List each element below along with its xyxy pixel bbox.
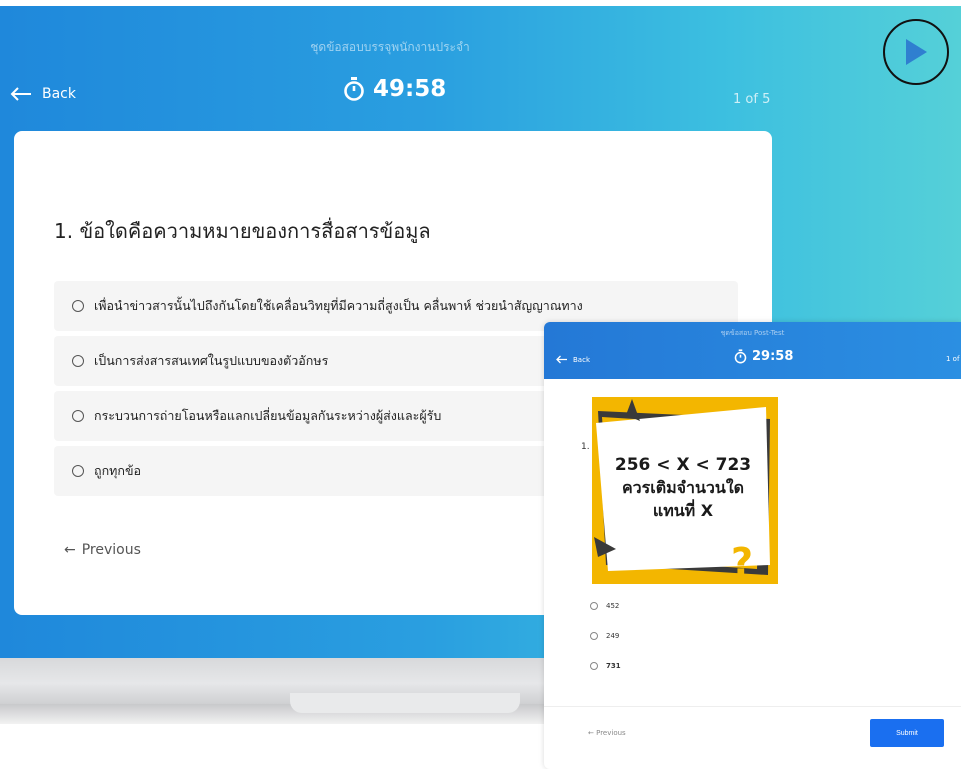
tablet-quiz-title: ชุดข้อสอบ Post-Test — [720, 329, 785, 337]
radio-icon — [72, 410, 84, 422]
tablet-option-label: 452 — [606, 602, 620, 610]
puzzle-text-line: 256 < X < 723 — [615, 455, 751, 475]
tablet-question-number: 1. — [581, 442, 590, 452]
puzzle-text-line: แทนที่ X — [653, 499, 714, 520]
tablet-timer-value: 29:58 — [752, 349, 794, 364]
radio-icon — [590, 632, 598, 640]
tablet-answer-option[interactable]: 731 — [590, 662, 621, 670]
back-arrow-icon — [556, 355, 567, 364]
previous-arrow-icon: ← — [588, 729, 594, 737]
quiz-title: ชุดข้อสอบบรรจุพนักงานประจำ — [310, 40, 470, 54]
tablet-header: ชุดข้อสอบ Post-Test Back 29:58 1 of — [544, 322, 961, 379]
radio-icon — [72, 465, 84, 477]
tablet-footer-divider — [544, 706, 961, 707]
option-label: ถูกทุกข้อ — [94, 463, 141, 478]
radio-icon — [72, 300, 84, 312]
question-title: 1. ข้อใดคือความหมายของการสื่อสารข้อมูล — [54, 219, 431, 243]
option-label: เป็นการส่งสารสนเทศในรูปแบบของตัวอักษร — [94, 353, 329, 368]
back-arrow-icon — [10, 87, 31, 101]
radio-icon — [590, 602, 598, 610]
play-icon — [906, 39, 927, 65]
tablet-question-counter: 1 of — [946, 355, 960, 363]
tablet-answer-option[interactable]: 249 — [590, 632, 619, 640]
play-button[interactable] — [883, 19, 949, 85]
option-label: เพื่อนำข่าวสารนั้นไปถึงกันโดยใช้เคลื่อนว… — [94, 298, 583, 313]
tablet-back-button[interactable]: Back — [556, 355, 590, 364]
previous-label: Previous — [81, 542, 141, 558]
timer-value: 49:58 — [373, 76, 447, 102]
previous-button[interactable]: ← Previous — [64, 542, 141, 558]
tablet-countdown-timer: 29:58 — [734, 349, 793, 364]
puzzle-text-line: ควรเติมจำนวนใด — [622, 478, 744, 497]
question-mark-glyph: ? — [731, 540, 753, 584]
countdown-timer: 49:58 — [343, 76, 446, 102]
tablet-option-label: 249 — [606, 632, 620, 640]
tablet-previous-button[interactable]: ← Previous — [588, 729, 626, 737]
option-label: กระบวนการถ่ายโอนหรือแลกเปลี่ยนข้อมูลกันร… — [94, 408, 442, 423]
tablet-previous-label: Previous — [596, 729, 626, 737]
back-label: Back — [42, 86, 76, 102]
tablet-preview: ชุดข้อสอบ Post-Test Back 29:58 1 of 1. 2… — [544, 322, 961, 769]
question-counter: 1 of 5 — [733, 92, 771, 107]
tablet-option-label: 731 — [606, 662, 621, 670]
back-button[interactable]: Back — [10, 86, 76, 102]
radio-icon — [72, 355, 84, 367]
tablet-answer-option[interactable]: 452 — [590, 602, 619, 610]
previous-arrow-icon: ← — [64, 542, 76, 558]
stopwatch-icon — [734, 349, 747, 364]
submit-button[interactable]: Submit — [870, 719, 944, 747]
radio-icon — [590, 662, 598, 670]
stopwatch-icon — [344, 77, 364, 101]
tablet-back-label: Back — [573, 355, 590, 364]
math-puzzle-image: 256 < X < 723 ควรเติมจำนวนใด แทนที่ X ? — [592, 397, 778, 584]
laptop-notch — [290, 693, 520, 713]
